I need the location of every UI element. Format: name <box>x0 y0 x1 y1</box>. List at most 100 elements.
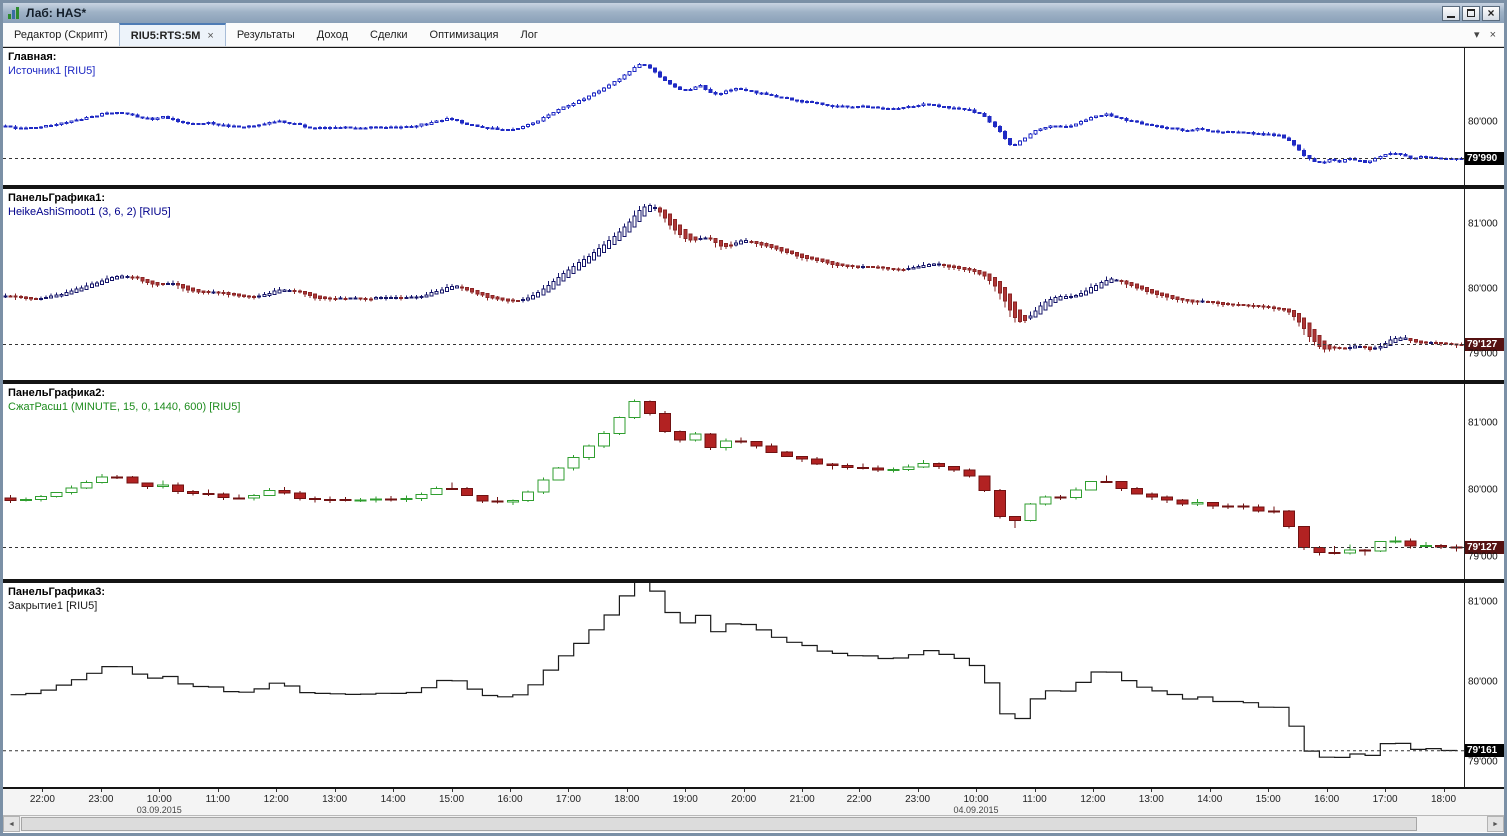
time-tick <box>859 789 861 792</box>
y-axis-label: 81'000 <box>1468 218 1498 230</box>
tab-optimization[interactable]: Оптимизация <box>419 23 510 46</box>
maximize-icon <box>1467 9 1475 17</box>
time-tick <box>685 789 687 792</box>
tab-label: Редактор (Скрипт) <box>14 28 108 41</box>
time-label: 12:00 <box>263 794 289 805</box>
time-tick <box>42 789 44 792</box>
compressed-candle-chart[interactable] <box>3 384 1464 579</box>
date-label: 04.09.2015 <box>953 805 999 815</box>
date-label: 03.09.2015 <box>136 805 182 815</box>
price-axis: 79'127 81'000 80'000 79'000 <box>1464 384 1504 579</box>
last-price-badge: 79'990 <box>1465 152 1504 165</box>
time-tick <box>159 789 161 792</box>
tab-income[interactable]: Доход <box>306 23 359 46</box>
time-label: 15:00 <box>438 794 465 805</box>
heiken-ashi-chart[interactable] <box>3 189 1464 380</box>
horizontal-scrollbar: ◄ ► <box>3 815 1504 832</box>
time-tick <box>568 789 570 792</box>
close-line-chart[interactable] <box>3 583 1464 787</box>
time-tick <box>917 789 919 792</box>
pane-close-icon[interactable]: × <box>1490 29 1496 41</box>
time-label: 18:00 <box>1430 794 1457 805</box>
scrollbar-thumb[interactable] <box>21 817 1417 831</box>
tab-log[interactable]: Лог <box>510 23 549 46</box>
time-label: 10:00 <box>146 794 172 805</box>
time-tick <box>1151 789 1153 792</box>
time-tick <box>743 789 745 792</box>
time-label: 19:00 <box>672 794 698 805</box>
time-tick <box>393 789 395 792</box>
tab-chart-riu5[interactable]: RIU5:RTS:5M × <box>118 23 226 46</box>
time-label: 17:00 <box>555 794 581 805</box>
app-icon <box>8 7 19 19</box>
time-label: 11:00 <box>205 794 230 805</box>
time-label: 17:00 <box>1372 794 1398 805</box>
last-price-badge: 79'161 <box>1465 744 1504 758</box>
close-button[interactable]: × <box>1482 5 1500 21</box>
time-tick <box>1268 789 1270 792</box>
time-tick <box>510 789 511 792</box>
y-axis-label: 79'000 <box>1468 551 1498 563</box>
tab-label: RIU5:RTS:5M <box>130 29 201 42</box>
y-axis-label: 80'000 <box>1468 283 1498 295</box>
y-axis-label: 79'000 <box>1468 756 1498 768</box>
time-label: 13:00 <box>1138 794 1164 805</box>
time-tick <box>1034 789 1036 792</box>
time-label: 12:00 <box>1080 794 1106 805</box>
chart-panel-main: Главная: Источник1 [RIU5] 79'990 80'000 <box>3 48 1504 185</box>
time-tick <box>1385 789 1387 792</box>
time-label: 14:00 <box>1197 794 1223 805</box>
tab-bar: Редактор (Скрипт) RIU5:RTS:5M × Результа… <box>3 23 1504 47</box>
tab-editor[interactable]: Редактор (Скрипт) <box>3 23 119 46</box>
time-label: 22:00 <box>29 794 55 805</box>
scrollbar-track[interactable] <box>20 816 1487 832</box>
time-tick <box>1209 789 1211 792</box>
time-label: 16:00 <box>497 794 523 805</box>
time-tick <box>1092 789 1094 792</box>
scroll-right-button[interactable]: ► <box>1487 816 1504 832</box>
tab-results[interactable]: Результаты <box>226 23 306 46</box>
time-tick <box>1326 789 1328 792</box>
tab-label: Сделки <box>370 28 408 41</box>
tab-label: Доход <box>316 28 349 41</box>
chart-panel-compressed: ПанельГрафика2: СжатРасш1 (MINUTE, 15, 0… <box>3 384 1504 579</box>
chart-panel-close-line: ПанельГрафика3: Закрытие1 [RIU5] 79'161 … <box>3 583 1504 787</box>
maximize-button[interactable] <box>1462 5 1480 21</box>
time-tick <box>334 789 336 792</box>
time-tick <box>802 789 804 792</box>
price-axis: 79'161 81'000 80'000 79'000 <box>1464 583 1504 787</box>
time-tick <box>626 789 628 792</box>
time-label: 13:00 <box>322 794 348 805</box>
time-label: 16:00 <box>1314 794 1340 805</box>
close-icon: × <box>1487 6 1495 20</box>
y-axis-label: 81'000 <box>1468 417 1498 429</box>
time-label: 20:00 <box>731 794 757 805</box>
source-candle-chart[interactable] <box>3 48 1464 185</box>
time-tick <box>217 789 219 792</box>
time-label: 15:00 <box>1255 794 1281 805</box>
app-window: Лаб: HAS* × Редактор (Скрипт) RIU5:RTS:5… <box>0 0 1507 836</box>
tab-trades[interactable]: Сделки <box>359 23 419 46</box>
y-axis-label: 79'000 <box>1468 348 1498 360</box>
y-axis-label: 81'000 <box>1468 596 1498 608</box>
scroll-left-button[interactable]: ◄ <box>3 816 20 832</box>
time-tick <box>276 789 278 792</box>
time-label: 21:00 <box>789 794 815 805</box>
y-axis-label: 80'000 <box>1468 116 1498 127</box>
time-label: 22:00 <box>846 794 872 805</box>
time-label: 18:00 <box>614 794 640 805</box>
time-tick <box>451 789 453 792</box>
time-axis: 22:00 23:00 10:00 11:00 12:00 13:00 14:00 15:00… <box>3 787 1504 815</box>
y-axis-label: 80'000 <box>1468 484 1498 496</box>
tab-close-icon[interactable]: × <box>207 30 213 42</box>
chart-panel-heiken-ashi: ПанельГрафика1: HeikeAshiSmoot1 (3, 6, 2… <box>3 189 1504 380</box>
tab-menu-icon[interactable]: ▾ <box>1474 28 1480 41</box>
tab-label: Оптимизация <box>429 28 499 41</box>
price-axis: 79'127 81'000 80'000 79'000 <box>1464 189 1504 380</box>
window-title: Лаб: HAS* <box>26 6 87 20</box>
minimize-button[interactable] <box>1442 5 1460 21</box>
titlebar[interactable]: Лаб: HAS* × <box>3 3 1504 23</box>
minimize-icon <box>1447 15 1455 18</box>
time-label: 14:00 <box>380 794 406 805</box>
time-label: 11:00 <box>1022 794 1047 805</box>
